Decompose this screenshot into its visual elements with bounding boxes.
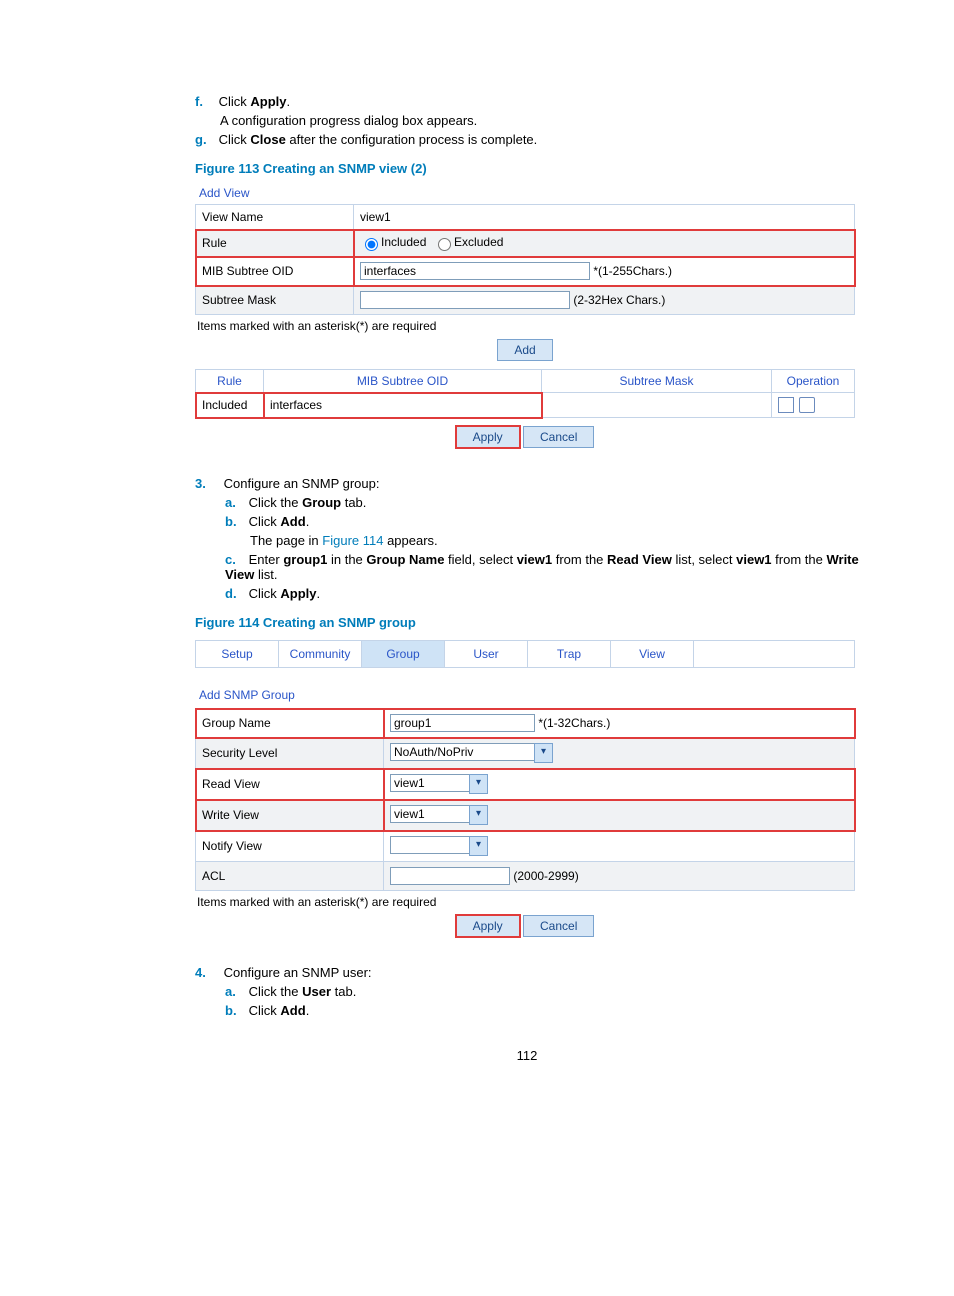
apply-button-114[interactable]: Apply (456, 915, 520, 937)
writeview-select[interactable] (390, 805, 470, 823)
step3d-label: d. (225, 586, 245, 601)
rule-excluded-label: Excluded (454, 235, 503, 249)
cancel-button-113[interactable]: Cancel (523, 426, 594, 448)
step3c-label: c. (225, 552, 245, 567)
acl-hint: (2000-2999) (513, 869, 578, 883)
req-note-114: Items marked with an asterisk(*) are req… (197, 895, 855, 909)
add-view-form: View Name view1 Rule Included Excluded M… (195, 204, 855, 315)
groupname-hint: *(1-32Chars.) (538, 716, 610, 730)
mib-hint: *(1-255Chars.) (593, 264, 672, 278)
add-group-heading: Add SNMP Group (199, 688, 855, 702)
step4b-label: b. (225, 1003, 245, 1018)
add-view-heading: Add View (195, 186, 855, 204)
readview-label: Read View (196, 769, 384, 800)
th-rule: Rule (196, 370, 264, 393)
viewname-value: view1 (354, 205, 855, 230)
add-button-row: Add (195, 339, 855, 361)
tab-spacer (694, 641, 854, 667)
acl-input[interactable] (390, 867, 510, 885)
req-note-113: Items marked with an asterisk(*) are req… (197, 319, 855, 333)
add-group-form: Group Name *(1-32Chars.) Security Level … (195, 708, 855, 891)
step3-num: 3. (195, 476, 220, 491)
step-f: f. Click Apply. A configuration progress… (195, 94, 859, 128)
tab-community[interactable]: Community (279, 641, 362, 667)
td-mib: interfaces (264, 393, 542, 418)
apply-button-113[interactable]: Apply (456, 426, 520, 448)
rule-excluded-radio[interactable] (438, 238, 451, 251)
viewname-label: View Name (196, 205, 354, 230)
seclevel-select[interactable] (390, 743, 535, 761)
step-4: 4. Configure an SNMP user: a. Click the … (225, 965, 859, 1018)
step-3: 3. Configure an SNMP group: a. Click the… (225, 476, 859, 601)
mib-cell: *(1-255Chars.) (354, 257, 855, 286)
rule-label: Rule (196, 230, 354, 257)
groupname-label: Group Name (196, 709, 384, 738)
edit-icon[interactable] (778, 397, 794, 413)
mask-input[interactable] (360, 291, 570, 309)
writeview-label: Write View (196, 800, 384, 831)
step3b-label: b. (225, 514, 245, 529)
groupname-input[interactable] (390, 714, 535, 732)
step-g-text: Click Close after the configuration proc… (219, 132, 538, 147)
step-f-sub: A configuration progress dialog box appe… (220, 113, 859, 128)
view-rule-table: Rule MIB Subtree OID Subtree Mask Operat… (195, 369, 855, 418)
tab-user[interactable]: User (445, 641, 528, 667)
mib-label: MIB Subtree OID (196, 257, 354, 286)
mask-label: Subtree Mask (196, 286, 354, 315)
chevron-down-icon[interactable]: ▾ (469, 774, 488, 794)
step3a-label: a. (225, 495, 245, 510)
step-g: g. Click Close after the configuration p… (195, 132, 859, 147)
page-number: 112 (195, 1048, 859, 1063)
td-op (772, 393, 855, 418)
step4a-label: a. (225, 984, 245, 999)
td-mask (542, 393, 772, 418)
tab-group[interactable]: Group (362, 641, 445, 667)
tab-trap[interactable]: Trap (528, 641, 611, 667)
seclevel-label: Security Level (196, 738, 384, 769)
th-op: Operation (772, 370, 855, 393)
readview-select[interactable] (390, 774, 470, 792)
chevron-down-icon[interactable]: ▾ (469, 836, 488, 856)
groupname-cell: *(1-32Chars.) (384, 709, 855, 738)
mask-hint: (2-32Hex Chars.) (573, 293, 665, 307)
step4-num: 4. (195, 965, 220, 980)
step3-intro: Configure an SNMP group: (224, 476, 380, 491)
figure-114: Setup Community Group User Trap View Add… (195, 640, 855, 937)
step-f-text: Click Apply. (219, 94, 291, 109)
mask-cell: (2-32Hex Chars.) (354, 286, 855, 315)
figure-114-title: Figure 114 Creating an SNMP group (195, 615, 859, 630)
notifyview-label: Notify View (196, 831, 384, 862)
notifyview-select[interactable] (390, 836, 470, 854)
tabs: Setup Community Group User Trap View (195, 640, 855, 668)
th-mask: Subtree Mask (542, 370, 772, 393)
rule-included-label: Included (381, 235, 426, 249)
tab-setup[interactable]: Setup (196, 641, 279, 667)
figure-114-link[interactable]: Figure 114 (322, 533, 383, 548)
add-button[interactable]: Add (497, 339, 552, 361)
mib-input[interactable] (360, 262, 590, 280)
chevron-down-icon[interactable]: ▾ (534, 743, 553, 763)
rule-included-radio[interactable] (365, 238, 378, 251)
chevron-down-icon[interactable]: ▾ (469, 805, 488, 825)
fig114-buttons: Apply Cancel (195, 915, 855, 937)
step4-intro: Configure an SNMP user: (224, 965, 372, 980)
rule-cell: Included Excluded (354, 230, 855, 257)
figure-113: Add View View Name view1 Rule Included E… (195, 186, 855, 448)
th-mib: MIB Subtree OID (264, 370, 542, 393)
acl-label: ACL (196, 862, 384, 891)
figure-113-title: Figure 113 Creating an SNMP view (2) (195, 161, 859, 176)
td-rule: Included (196, 393, 264, 418)
delete-icon[interactable] (799, 397, 815, 413)
step-f-label: f. (195, 94, 215, 109)
tab-view[interactable]: View (611, 641, 694, 667)
cancel-button-114[interactable]: Cancel (523, 915, 594, 937)
page: f. Click Apply. A configuration progress… (0, 0, 954, 1103)
fig113-buttons: Apply Cancel (195, 426, 855, 448)
step-g-label: g. (195, 132, 215, 147)
